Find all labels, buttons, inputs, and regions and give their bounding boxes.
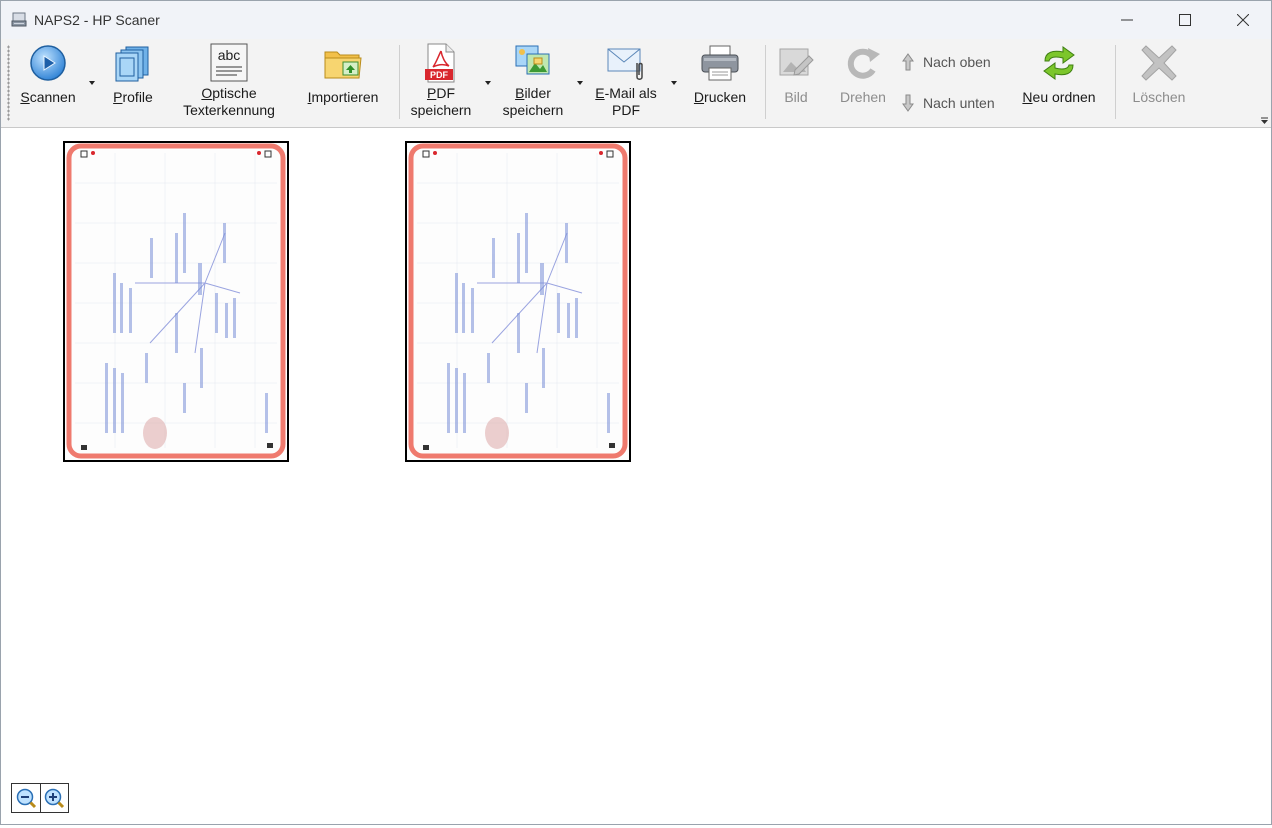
move-up-button[interactable]: Nach oben xyxy=(901,51,991,73)
ocr-label-rest: ptische xyxy=(212,85,257,101)
svg-text:PDF: PDF xyxy=(430,70,449,80)
profiles-button[interactable]: Profile xyxy=(105,43,161,121)
save-images-label-line1: Bilder xyxy=(515,85,551,101)
rotate-icon xyxy=(847,48,880,79)
toolbar-separator xyxy=(1115,45,1116,119)
arrow-up-icon xyxy=(902,53,914,71)
scanner-app-icon xyxy=(11,12,27,27)
images-icon xyxy=(515,45,550,75)
zoom-out-button[interactable] xyxy=(12,784,40,812)
thumbnail-area[interactable] xyxy=(1,128,1271,824)
save-images-button[interactable]: Bilder speichern xyxy=(497,43,569,121)
ocr-label-line2: Texterkennung xyxy=(183,102,275,118)
toolbar-separator xyxy=(399,45,400,119)
title-bar: NAPS2 - HP Scaner xyxy=(1,1,1271,39)
save-pdf-label-line2: speichern xyxy=(410,102,472,118)
play-circle-icon xyxy=(30,45,66,81)
zoom-controls xyxy=(11,783,69,813)
window-title: NAPS2 - HP Scaner xyxy=(34,12,160,28)
scan-dropdown-arrow[interactable] xyxy=(89,81,95,85)
pdf-file-icon: PDF xyxy=(425,43,455,83)
rotate-label: Drehen xyxy=(840,89,886,105)
toolbar-overflow-icon[interactable] xyxy=(1260,116,1269,125)
email-pdf-button[interactable]: E-Mail als PDF xyxy=(589,43,663,121)
svg-text:abc: abc xyxy=(218,47,241,63)
save-pdf-button[interactable]: PDF PDF speichern xyxy=(405,43,477,121)
email-attachment-icon xyxy=(607,48,643,80)
scanned-page-image xyxy=(407,143,629,460)
email-pdf-dropdown-arrow[interactable] xyxy=(671,81,677,85)
close-button[interactable] xyxy=(1214,1,1272,39)
scanned-page-image xyxy=(65,143,287,460)
profiles-icon xyxy=(115,46,149,82)
printer-icon xyxy=(701,45,739,81)
ocr-label-line1: Optische xyxy=(201,85,256,102)
toolbar-separator xyxy=(765,45,766,119)
ocr-button[interactable]: abc Optische Texterkennung xyxy=(177,43,281,121)
delete-button[interactable]: Löschen xyxy=(1127,43,1191,121)
print-button[interactable]: Drucken xyxy=(687,43,753,121)
save-pdf-label-line1: PDF xyxy=(426,85,455,101)
scan-label: Scannen xyxy=(20,89,76,105)
ocr-label-first-letter: O xyxy=(201,85,213,101)
app-window: NAPS2 - HP Scaner Scannen Profile abc Op… xyxy=(0,0,1272,825)
zoom-in-button[interactable] xyxy=(39,784,69,812)
minimize-button[interactable] xyxy=(1098,1,1156,39)
import-label: Importieren xyxy=(307,89,379,105)
reorder-arrows-icon xyxy=(1043,46,1075,80)
email-pdf-label-line2: PDF xyxy=(612,102,640,118)
profiles-label: Profile xyxy=(113,89,153,105)
abc-ocr-icon: abc xyxy=(210,43,248,82)
page-thumbnail[interactable] xyxy=(405,141,631,462)
print-label: Drucken xyxy=(693,89,747,105)
image-edit-label: Bild xyxy=(784,89,807,106)
image-edit-icon xyxy=(779,48,814,76)
zoom-out-icon xyxy=(16,788,36,809)
reorder-button[interactable]: Neu ordnen xyxy=(1015,43,1103,121)
import-button[interactable]: Importieren xyxy=(301,43,385,121)
folder-import-icon xyxy=(324,51,362,79)
scan-button[interactable]: Scannen xyxy=(15,43,81,121)
maximize-button[interactable] xyxy=(1156,1,1214,39)
delete-label: Löschen xyxy=(1132,89,1186,105)
image-edit-label-text: Bild xyxy=(784,89,808,105)
move-down-button[interactable]: Nach unten xyxy=(901,92,995,114)
image-edit-button[interactable]: Bild xyxy=(771,43,821,121)
reorder-label: Neu ordnen xyxy=(1022,89,1096,105)
zoom-in-icon xyxy=(45,788,65,809)
rotate-button[interactable]: Drehen xyxy=(835,43,891,121)
move-up-label: Nach oben xyxy=(923,54,991,70)
delete-x-icon xyxy=(1141,45,1177,81)
close-icon xyxy=(1237,14,1249,26)
toolbar-grip[interactable] xyxy=(7,45,10,121)
move-down-label: Nach unten xyxy=(923,95,995,111)
save-images-label-line2: speichern xyxy=(502,102,564,118)
minimize-icon xyxy=(1121,19,1133,21)
email-pdf-label-line1: E-Mail als xyxy=(595,85,657,101)
arrow-down-icon xyxy=(902,94,914,112)
toolbar: Scannen Profile abc Optische Texterkennu… xyxy=(1,39,1271,128)
save-images-dropdown-arrow[interactable] xyxy=(577,81,583,85)
maximize-icon xyxy=(1179,14,1191,26)
page-thumbnail[interactable] xyxy=(63,141,289,462)
save-pdf-dropdown-arrow[interactable] xyxy=(485,81,491,85)
